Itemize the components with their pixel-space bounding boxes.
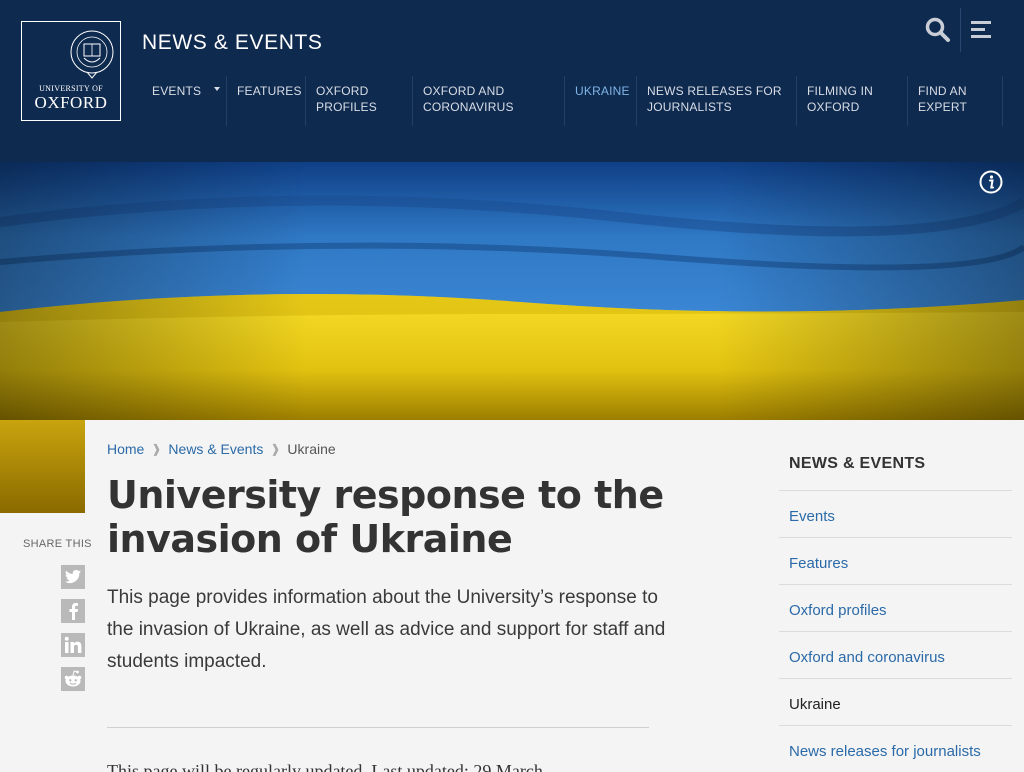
nav-item-ukraine[interactable]: UKRAINE [565, 76, 637, 126]
nav-item-find-an-expert[interactable]: FIND AN EXPERT [908, 76, 1003, 126]
chevron-right-icon: ❱ [270, 442, 281, 456]
hero-banner-image [0, 162, 1024, 420]
hero-image-edge [0, 420, 85, 513]
sidebar-item-oxford-profiles[interactable]: Oxford profiles [779, 584, 1012, 631]
share-label: SHARE THIS [23, 538, 92, 550]
oxford-logo[interactable]: UNIVERSITY OF OXFORD [21, 21, 121, 121]
sidebar-item-oxford-and-coronavirus[interactable]: Oxford and coronavirus [779, 631, 1012, 678]
sidebar-heading: NEWS & EVENTS [789, 455, 926, 472]
nav-item-oxford-and-coronavirus[interactable]: OXFORD AND CORONAVIRUS [413, 76, 565, 126]
sidebar-nav: Events Features Oxford profiles Oxford a… [779, 490, 1012, 772]
twitter-share-button[interactable] [61, 565, 85, 589]
nav-item-events[interactable]: EVENTS [142, 76, 227, 126]
breadcrumb-home-link[interactable]: Home [107, 441, 144, 457]
menu-icon[interactable] [971, 20, 993, 40]
nav-item-label: NEWS RELEASES FOR JOURNALISTS [647, 84, 782, 114]
nav-item-label: FILMING IN OXFORD [807, 84, 874, 114]
sidebar-item-news-releases[interactable]: News releases for journalists [779, 725, 1012, 772]
nav-item-oxford-profiles[interactable]: OXFORD PROFILES [306, 76, 413, 126]
nav-item-label: EVENTS [152, 84, 202, 98]
nav-item-label: UKRAINE [575, 84, 630, 98]
main-nav: EVENTS FEATURES OXFORD PROFILES OXFORD A… [142, 76, 1003, 126]
body-text-first-line: This page will be regularly updated. Las… [107, 761, 543, 772]
content-divider [107, 727, 649, 728]
reddit-icon [64, 670, 82, 687]
nav-item-label: OXFORD AND CORONAVIRUS [423, 84, 514, 114]
twitter-icon [65, 569, 81, 584]
nav-item-label: OXFORD PROFILES [316, 84, 377, 114]
sidebar-item-ukraine[interactable]: Ukraine [779, 678, 1012, 725]
facebook-share-button[interactable] [61, 599, 85, 623]
nav-item-label: FEATURES [237, 84, 302, 98]
breadcrumb: Home ❱ News & Events ❱ Ukraine [107, 441, 336, 457]
body-text: This page will be regularly updated. Las… [107, 758, 647, 772]
sidebar-item-events[interactable]: Events [779, 490, 1012, 537]
dropdown-caret-icon[interactable] [214, 87, 220, 91]
linkedin-icon [64, 636, 82, 653]
header-divider [960, 8, 961, 52]
site-header: UNIVERSITY OF OXFORD NEWS & EVENTS EVENT… [0, 0, 1024, 162]
crest-icon [70, 30, 114, 79]
facebook-icon [69, 603, 78, 620]
lead-paragraph: This page provides information about the… [107, 587, 666, 672]
nav-item-features[interactable]: FEATURES [227, 76, 306, 126]
nav-item-filming-in-oxford[interactable]: FILMING IN OXFORD [797, 76, 908, 126]
logo-university-text: UNIVERSITY OF [39, 84, 103, 93]
page-title: University response to the invasion of U… [107, 473, 664, 561]
search-icon[interactable] [924, 16, 952, 44]
site-title[interactable]: NEWS & EVENTS [142, 31, 323, 55]
reddit-share-button[interactable] [61, 667, 85, 691]
breadcrumb-current: Ukraine [287, 441, 336, 457]
sidebar-item-features[interactable]: Features [779, 537, 1012, 584]
linkedin-share-button[interactable] [61, 633, 85, 657]
chevron-right-icon: ❱ [151, 442, 162, 456]
info-icon[interactable] [979, 170, 1003, 194]
logo-oxford-text: OXFORD [34, 93, 108, 112]
nav-item-label: FIND AN EXPERT [918, 84, 967, 114]
nav-item-news-releases[interactable]: NEWS RELEASES FOR JOURNALISTS [637, 76, 797, 126]
breadcrumb-section-link[interactable]: News & Events [168, 441, 263, 457]
